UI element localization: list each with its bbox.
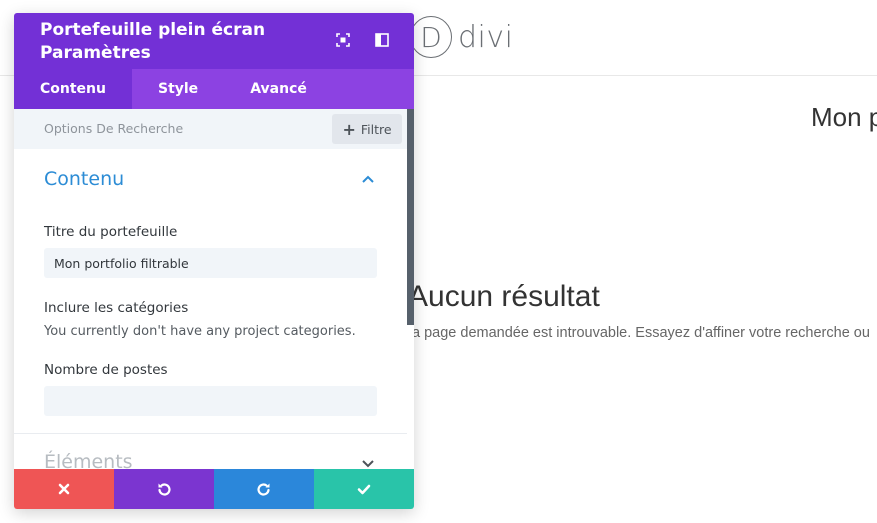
- page-title: Mon p: [811, 102, 877, 132]
- fullscreen-icon[interactable]: [336, 33, 350, 47]
- settings-modal: Portefeuille plein écran Paramètres Cont…: [14, 13, 414, 509]
- include-categories-label: Inclure les catégories: [44, 300, 189, 316]
- modal-title-line1: Portefeuille plein écran: [40, 20, 266, 40]
- search-options-link[interactable]: Options De Recherche: [44, 121, 183, 136]
- logo-mark: D: [410, 16, 452, 58]
- post-count-label: Nombre de postes: [44, 362, 168, 378]
- settings-content: Contenu Titre du portefeuille Mon portfo…: [14, 149, 407, 469]
- sidebar-layout-icon[interactable]: [375, 33, 389, 47]
- discard-button[interactable]: [14, 469, 114, 509]
- chevron-down-icon[interactable]: [361, 459, 375, 469]
- save-button[interactable]: [314, 469, 414, 509]
- chevron-up-icon[interactable]: [361, 174, 375, 184]
- page: D divi Mon p Aucun résultat a page deman…: [0, 0, 877, 523]
- no-result-title: Aucun résultat: [408, 280, 600, 313]
- logo-text: divi: [458, 19, 514, 55]
- search-toolbar: Options De Recherche + Filtre: [14, 109, 414, 149]
- filter-label: Filtre: [360, 121, 392, 137]
- undo-button[interactable]: [114, 469, 214, 509]
- section-content-title[interactable]: Contenu: [44, 168, 124, 190]
- undo-icon: [158, 483, 171, 496]
- plus-icon: +: [342, 119, 356, 139]
- tab-style[interactable]: Style: [132, 69, 224, 109]
- modal-footer: [14, 469, 414, 509]
- redo-button[interactable]: [214, 469, 314, 509]
- close-icon: [58, 483, 70, 495]
- portfolio-title-input[interactable]: Mon portfolio filtrable: [44, 248, 377, 278]
- no-result-message: a page demandée est introuvable. Essayez…: [412, 325, 870, 341]
- redo-icon: [257, 483, 270, 496]
- tab-bar: Contenu Style Avancé: [14, 69, 414, 109]
- filter-button[interactable]: + Filtre: [332, 114, 402, 144]
- check-icon: [357, 484, 371, 495]
- section-elements-title[interactable]: Éléments: [44, 451, 133, 469]
- tab-content[interactable]: Contenu: [14, 69, 132, 109]
- scrollbar[interactable]: [407, 109, 414, 325]
- include-categories-note: You currently don't have any project cat…: [44, 324, 356, 339]
- section-divider: [14, 433, 407, 434]
- modal-header[interactable]: Portefeuille plein écran Paramètres: [14, 13, 414, 69]
- tab-advanced[interactable]: Avancé: [224, 69, 333, 109]
- portfolio-title-label: Titre du portefeuille: [44, 224, 178, 240]
- post-count-input[interactable]: [44, 386, 377, 416]
- modal-title-line2: Paramètres: [40, 43, 151, 63]
- divi-logo[interactable]: D divi: [410, 16, 513, 58]
- modal-title: Portefeuille plein écran Paramètres: [40, 19, 265, 65]
